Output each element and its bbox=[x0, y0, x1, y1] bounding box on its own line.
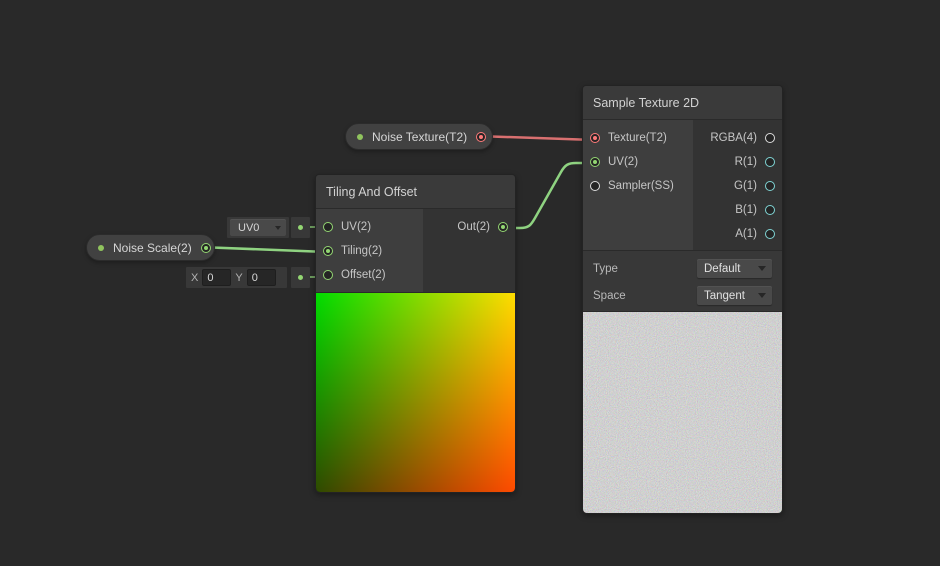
port-rgba-out[interactable] bbox=[765, 133, 775, 143]
exposed-parameter-dot-icon bbox=[98, 244, 104, 251]
port-row-texture: Texture(T2) bbox=[583, 126, 693, 150]
type-dropdown-value: Default bbox=[704, 262, 741, 275]
port-label-b: B(1) bbox=[735, 204, 757, 216]
node-tiling-and-offset[interactable]: Tiling And Offset UV(2) Tiling(2) Offset… bbox=[315, 174, 516, 493]
property-node-label: Noise Scale(2) bbox=[113, 240, 192, 255]
port-row-offset: Offset(2) bbox=[316, 263, 423, 287]
offset-xy-widget: X 0 Y 0 bbox=[186, 267, 287, 288]
uv-default-connector bbox=[291, 217, 310, 238]
port-label-g: G(1) bbox=[734, 180, 757, 192]
port-label-uv: UV(2) bbox=[608, 156, 639, 168]
sample-output-ports: RGBA(4) R(1) G(1) B(1) A(1) bbox=[693, 120, 782, 250]
port-r-out[interactable] bbox=[765, 157, 775, 167]
port-noise-scale-out[interactable] bbox=[200, 242, 211, 253]
port-label-out: Out(2) bbox=[457, 221, 490, 233]
port-label-tiling: Tiling(2) bbox=[341, 245, 383, 257]
noise-texture-image bbox=[583, 312, 782, 513]
port-label-texture: Texture(T2) bbox=[608, 132, 667, 144]
x-axis-label: X bbox=[191, 271, 199, 284]
shader-graph-canvas[interactable]: Noise Texture(T2) Noise Scale(2) UV0 X 0… bbox=[0, 0, 940, 566]
chevron-down-icon bbox=[275, 225, 281, 230]
chevron-down-icon bbox=[758, 293, 766, 298]
port-uv-in[interactable] bbox=[590, 157, 600, 167]
default-value-dot-icon bbox=[298, 225, 303, 230]
port-row-uv: UV(2) bbox=[583, 150, 693, 174]
noise-texture-preview bbox=[583, 311, 782, 513]
port-tiling-in[interactable] bbox=[323, 246, 333, 256]
property-node-label: Noise Texture(T2) bbox=[372, 129, 468, 144]
port-sampler-in[interactable] bbox=[590, 181, 600, 191]
port-label-uv: UV(2) bbox=[341, 221, 372, 233]
port-row-b: B(1) bbox=[693, 198, 782, 222]
default-value-dot-icon bbox=[298, 275, 303, 280]
uv-gradient-preview bbox=[316, 292, 515, 492]
sample-node-title-bar[interactable]: Sample Texture 2D bbox=[583, 86, 782, 120]
offset-y-field[interactable]: 0 bbox=[246, 269, 276, 286]
port-uv-in[interactable] bbox=[323, 222, 333, 232]
sample-node-controls: Type Default Space Tangent bbox=[583, 250, 782, 311]
offset-x-field[interactable]: 0 bbox=[202, 269, 232, 286]
port-out[interactable] bbox=[498, 222, 508, 232]
wire-noise-scale-to-tiling[interactable] bbox=[198, 245, 328, 254]
port-row-uv: UV(2) bbox=[316, 215, 423, 239]
space-dropdown-value: Tangent bbox=[704, 289, 745, 302]
wire-out-to-uv[interactable] bbox=[503, 161, 594, 230]
chevron-down-icon bbox=[758, 266, 766, 271]
port-noise-texture-out[interactable] bbox=[476, 131, 487, 142]
port-label-offset: Offset(2) bbox=[341, 269, 386, 281]
port-b-out[interactable] bbox=[765, 205, 775, 215]
port-row-r: R(1) bbox=[693, 150, 782, 174]
type-control-row: Type Default bbox=[583, 255, 782, 282]
port-g-out[interactable] bbox=[765, 181, 775, 191]
port-label-sampler: Sampler(SS) bbox=[608, 180, 674, 192]
port-label-rgba: RGBA(4) bbox=[710, 132, 757, 144]
uv-channel-widget: UV0 bbox=[227, 217, 289, 238]
space-control-row: Space Tangent bbox=[583, 282, 782, 309]
type-dropdown[interactable]: Default bbox=[697, 259, 772, 278]
wire-noise-texture-to-sample[interactable] bbox=[476, 134, 595, 142]
port-row-rgba: RGBA(4) bbox=[693, 126, 782, 150]
port-row-a: A(1) bbox=[693, 222, 782, 246]
port-label-a: A(1) bbox=[735, 228, 757, 240]
tiling-output-ports: Out(2) bbox=[423, 209, 515, 292]
space-dropdown[interactable]: Tangent bbox=[697, 286, 772, 305]
property-node-noise-texture[interactable]: Noise Texture(T2) bbox=[345, 123, 493, 150]
property-node-noise-scale[interactable]: Noise Scale(2) bbox=[86, 234, 215, 261]
sample-ports-area: Texture(T2) UV(2) Sampler(SS) RGBA(4) R(… bbox=[583, 120, 782, 250]
sample-input-ports: Texture(T2) UV(2) Sampler(SS) bbox=[583, 120, 693, 250]
port-row-g: G(1) bbox=[693, 174, 782, 198]
port-offset-in[interactable] bbox=[323, 270, 333, 280]
node-title: Tiling And Offset bbox=[326, 184, 418, 199]
port-row-out: Out(2) bbox=[423, 215, 515, 239]
port-row-tiling: Tiling(2) bbox=[316, 239, 423, 263]
tiling-input-ports: UV(2) Tiling(2) Offset(2) bbox=[316, 209, 423, 292]
tiling-node-title-bar[interactable]: Tiling And Offset bbox=[316, 175, 515, 209]
node-title: Sample Texture 2D bbox=[593, 95, 700, 110]
port-row-sampler: Sampler(SS) bbox=[583, 174, 693, 198]
type-label: Type bbox=[593, 262, 618, 275]
uv-channel-value: UV0 bbox=[238, 221, 260, 234]
offset-default-connector bbox=[291, 267, 310, 288]
port-texture-in[interactable] bbox=[590, 133, 600, 143]
exposed-parameter-dot-icon bbox=[357, 133, 363, 140]
node-sample-texture-2d[interactable]: Sample Texture 2D Texture(T2) UV(2) Samp… bbox=[582, 85, 783, 514]
port-label-r: R(1) bbox=[734, 156, 757, 168]
port-a-out[interactable] bbox=[765, 229, 775, 239]
uv-channel-dropdown[interactable]: UV0 bbox=[230, 219, 286, 236]
space-label: Space bbox=[593, 289, 626, 302]
tiling-ports-area: UV(2) Tiling(2) Offset(2) Out(2) bbox=[316, 209, 515, 292]
y-axis-label: Y bbox=[235, 271, 243, 284]
